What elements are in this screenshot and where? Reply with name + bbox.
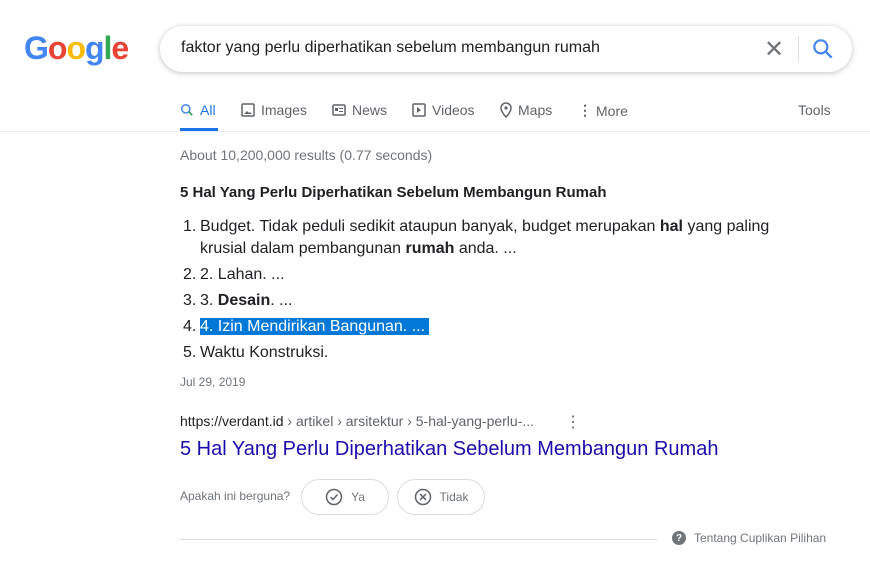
selected-text: 4. Izin Mendirikan Bangunan. ... — [200, 318, 430, 335]
list-number: 1. — [183, 218, 197, 235]
tab-news[interactable]: News — [332, 102, 387, 118]
tab-label: More — [596, 102, 628, 119]
snippet-heading: 5 Hal Yang Perlu Diperhatikan Sebelum Me… — [180, 184, 607, 201]
x-circle-icon — [414, 488, 431, 506]
search-box[interactable]: faktor yang perlu diperhatikan sebelum m… — [160, 26, 852, 72]
tab-more[interactable]: ⋮ More — [578, 102, 628, 119]
tab-label: News — [352, 102, 388, 118]
bold-text: Desain — [217, 292, 271, 309]
check-circle-icon — [325, 488, 343, 506]
feedback-yes-button[interactable]: Ya — [301, 479, 389, 515]
button-label: Tidak — [439, 490, 469, 504]
tab-label: All — [200, 102, 216, 118]
video-icon — [412, 103, 426, 117]
url-path: › artikel › arsitektur › 5-hal-yang-perl… — [283, 413, 535, 429]
list-number: 3. — [183, 292, 197, 309]
google-logo[interactable]: Google — [24, 30, 129, 67]
about-featured-snippets-link[interactable]: ? Tentang Cuplikan Pilihan — [672, 531, 826, 545]
tab-label: Maps — [518, 102, 553, 118]
url-domain: https://verdant.id — [180, 413, 284, 429]
result-stats: About 10,200,000 results (0.77 seconds) — [180, 147, 433, 163]
list-item: 4. 4. Izin Mendirikan Bangunan. ... — [183, 316, 430, 338]
more-options-icon[interactable]: ⋮ — [565, 412, 581, 432]
divider — [0, 131, 870, 132]
snippet-date: Jul 29, 2019 — [180, 375, 246, 389]
list-item: 2. 2. Lahan. ... — [183, 264, 285, 286]
bold-text: hal — [659, 218, 683, 235]
text: . ... — [270, 292, 293, 309]
feedback-no-button[interactable]: Tidak — [397, 479, 485, 515]
feedback-question: Apakah ini berguna? — [180, 489, 291, 503]
result-title-link[interactable]: 5 Hal Yang Perlu Diperhatikan Sebelum Me… — [180, 438, 718, 461]
tools-button[interactable]: Tools — [798, 102, 831, 118]
result-url[interactable]: https://verdant.id › artikel › arsitektu… — [180, 413, 534, 429]
tab-images[interactable]: Images — [241, 102, 307, 118]
text: 3. — [200, 292, 218, 309]
bold-text: rumah — [405, 240, 455, 257]
tab-maps[interactable]: Maps — [500, 102, 552, 118]
tab-label: Images — [261, 102, 307, 118]
more-vert-icon: ⋮ — [578, 102, 592, 118]
list-number: 2. — [183, 266, 197, 283]
divider — [180, 539, 657, 540]
text: Waktu Konstruksi. — [200, 344, 329, 361]
link-label: Tentang Cuplikan Pilihan — [694, 531, 827, 545]
tab-videos[interactable]: Videos — [412, 102, 475, 118]
list-number: 5. — [183, 344, 197, 361]
tab-all[interactable]: All — [180, 102, 216, 118]
map-pin-icon — [500, 102, 512, 118]
search-icon — [181, 104, 193, 116]
search-input[interactable]: faktor yang perlu diperhatikan sebelum m… — [181, 39, 600, 57]
image-icon — [241, 103, 255, 117]
button-label: Ya — [351, 490, 365, 504]
tab-label: Videos — [432, 102, 475, 118]
search-icon[interactable] — [810, 36, 836, 62]
news-icon — [332, 104, 346, 116]
close-icon[interactable]: ✕ — [764, 35, 784, 64]
help-icon: ? — [672, 531, 686, 545]
text: Budget. Tidak peduli sedikit ataupun ban… — [200, 218, 660, 235]
list-number: 4. — [183, 318, 197, 335]
list-item: 3. 3. Desain. ... — [183, 290, 293, 312]
list-item: 5. Waktu Konstruksi. — [183, 342, 328, 364]
text: 2. Lahan. ... — [200, 266, 285, 283]
list-item: 1. Budget. Tidak peduli sedikit ataupun b… — [183, 216, 783, 260]
divider — [798, 36, 799, 62]
text: anda. ... — [454, 240, 517, 257]
